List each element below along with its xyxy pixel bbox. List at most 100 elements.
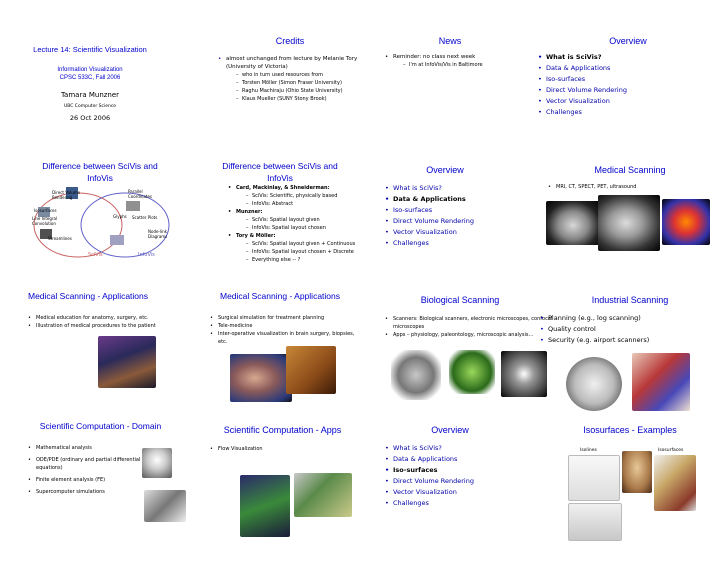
slide-title: Overview bbox=[431, 425, 469, 435]
overview-item: What is SciVis? bbox=[385, 443, 565, 454]
label-dvr: Direct Volume Rendering bbox=[52, 190, 81, 200]
overview-item: Iso-surfaces bbox=[385, 205, 565, 216]
bio-list: Scanners: Biological scanners, electroni… bbox=[385, 315, 565, 339]
industrial-item: Quality control bbox=[540, 324, 720, 335]
medical-apps-list: Medical education for anatomy, surgery, … bbox=[28, 314, 198, 330]
slide-title: Medical Scanning - Applications bbox=[219, 291, 340, 301]
organism-image bbox=[449, 350, 495, 394]
overview-item: Direct Volume Rendering bbox=[385, 476, 565, 487]
overview-item: Vector Visualization bbox=[385, 227, 565, 238]
overview-list: What is SciVis? Data & Applications Iso-… bbox=[538, 52, 718, 118]
medical-app-item: Illustration of medical procedures to th… bbox=[28, 322, 198, 330]
bio-item: Apps – physiology, paleontology, microsc… bbox=[385, 331, 565, 339]
pet-image bbox=[662, 199, 710, 245]
slide-title: Biological Scanning bbox=[420, 295, 500, 305]
def-sub: Everything else -- ? bbox=[246, 256, 380, 264]
lecture-title: Lecture 14: Scientific Visualization bbox=[33, 45, 147, 54]
flow-vis-image-1 bbox=[240, 475, 290, 537]
slide-scivis-infovis-defs: Difference between SciVis and InfoVis Ca… bbox=[220, 160, 380, 280]
ct-scan-image bbox=[546, 201, 600, 245]
definitions-list: Card, Mackinlay, & Shneiderman: SciVis: … bbox=[228, 184, 380, 264]
slide-title: Difference between SciVis and InfoVis bbox=[42, 161, 158, 183]
news-item: Reminder: no class next week I'm at Info… bbox=[385, 53, 534, 69]
slide-news: News Reminder: no class next week I'm at… bbox=[360, 36, 540, 175]
volume-render-image bbox=[286, 346, 336, 394]
label-scatter: Scatter Plots bbox=[132, 215, 158, 220]
overview-item: Data & Applications bbox=[385, 454, 565, 465]
slide-title: Difference between SciVis and InfoVis bbox=[222, 161, 338, 183]
luggage-scan-image bbox=[632, 353, 690, 411]
overview-item: Vector Visualization bbox=[385, 487, 565, 498]
label-glyphs: Glyphs bbox=[113, 214, 127, 219]
def-card: Card, Mackinlay, & Shneiderman: SciVis: … bbox=[228, 184, 380, 208]
industrial-item: Planning (e.g., log scanning) bbox=[540, 313, 720, 324]
credits-sub: Torsten Möller (Simon Fraser University) bbox=[236, 79, 374, 87]
slide-title: Scientific Computation - Apps bbox=[223, 425, 342, 435]
slide-overview-1: Overview What is SciVis? Data & Applicat… bbox=[538, 36, 718, 175]
slide-title: News bbox=[438, 36, 462, 46]
news-list: Reminder: no class next week I'm at Info… bbox=[385, 53, 534, 69]
slide-title: Medical Scanning bbox=[594, 165, 666, 175]
def-sub: InfoVis: Spatial layout chosen + Discret… bbox=[246, 248, 380, 256]
scicomp-item: Finite element analysis (FE) bbox=[28, 476, 143, 484]
slide-scivis-infovis-diagram: Difference between SciVis and InfoVis Di… bbox=[30, 160, 200, 270]
industrial-item: Security (e.g. airport scanners) bbox=[540, 335, 720, 346]
frog-scan-image bbox=[391, 350, 441, 400]
scicomp-apps-list: Flow Visualization bbox=[210, 445, 380, 453]
head-isosurface-image bbox=[622, 451, 652, 493]
scicomp-item: Mathematical analysis bbox=[28, 444, 143, 452]
slide-title: Overview bbox=[426, 165, 464, 175]
overview-list: What is SciVis? Data & Applications Iso-… bbox=[385, 183, 565, 249]
course-code: CPSC 533C, Fall 2006 bbox=[59, 75, 121, 81]
credits-item: almost unchanged from lecture by Melanie… bbox=[218, 55, 374, 103]
overview-item: Data & Applications bbox=[385, 194, 565, 205]
overview-item: Challenges bbox=[385, 238, 565, 249]
overview-item: Iso-surfaces bbox=[385, 465, 565, 476]
slide-medical-apps-2: Medical Scanning - Applications Surgical… bbox=[210, 290, 380, 420]
def-munzner: Munzner: SciVis: Spatial layout givenInf… bbox=[228, 208, 380, 232]
label-streamlines: Streamlines bbox=[48, 236, 72, 241]
medical-app-item: Medical education for anatomy, surgery, … bbox=[28, 314, 198, 322]
slide-title: Isosurfaces - Examples bbox=[583, 425, 677, 435]
lecture-date: 26 Oct 2006 bbox=[69, 114, 111, 122]
scicomp-list: Mathematical analysis ODE/PDE (ordinary … bbox=[28, 444, 143, 496]
credits-sub: Klaus Mueller (SUNY Stony Brook) bbox=[236, 95, 374, 103]
modalities-list: MRI, CT, SPECT, PET, ultrasound bbox=[548, 183, 720, 191]
slide-credits: Credits almost unchanged from lecture by… bbox=[200, 36, 380, 175]
course-name: Information Visualization bbox=[57, 67, 123, 73]
slide-title: Lecture 14: Scientific Visualization Inf… bbox=[0, 40, 180, 179]
credits-list: almost unchanged from lecture by Melanie… bbox=[218, 55, 374, 103]
isolines-image bbox=[568, 455, 620, 501]
scicomp-item: Supercomputer simulations bbox=[28, 488, 143, 496]
slide-title: Overview bbox=[609, 36, 647, 46]
medical-app-item: Surgical simulation for treatment planni… bbox=[210, 314, 360, 322]
brain-surgery-image bbox=[230, 354, 292, 402]
mesh-image bbox=[144, 490, 186, 522]
def-sub: InfoVis: Spatial layout chosen bbox=[246, 224, 380, 232]
scicomp-app-item: Flow Visualization bbox=[210, 445, 380, 453]
label-isolines: Isolines bbox=[580, 448, 597, 453]
def-sub: SciVis: Spatial layout given bbox=[246, 216, 380, 224]
scicomp-item: ODE/PDE (ordinary and partial differenti… bbox=[28, 456, 143, 472]
slide-medical-scanning: Medical Scanning MRI, CT, SPECT, PET, ul… bbox=[540, 165, 720, 304]
slide-overview-2: Overview What is SciVis? Data & Applicat… bbox=[385, 165, 565, 304]
overview-item: Challenges bbox=[538, 107, 718, 118]
industrial-list: Planning (e.g., log scanning) Quality co… bbox=[540, 313, 720, 346]
label-nodelink: Node-link Diagrams bbox=[148, 229, 168, 239]
isosurface-render-image bbox=[654, 455, 696, 511]
label-isosurfaces: Isosurfaces bbox=[658, 448, 684, 453]
def-sub: SciVis: Scientific, physically based bbox=[246, 192, 380, 200]
overview-item: What is SciVis? bbox=[538, 52, 718, 63]
label-isosurfaces: Isosurfaces bbox=[34, 208, 57, 213]
medical-apps-list: Surgical simulation for treatment planni… bbox=[210, 314, 360, 346]
anatomy-image bbox=[98, 336, 156, 388]
def-tory: Tory & Möller: SciVis: Spatial layout gi… bbox=[228, 232, 380, 264]
modalities-item: MRI, CT, SPECT, PET, ultrasound bbox=[548, 183, 720, 191]
overview-item: What is SciVis? bbox=[385, 183, 565, 194]
credits-sub: Raghu Machiraju (Ohio State University) bbox=[236, 87, 374, 95]
slide-title: Credits bbox=[275, 36, 305, 46]
bio-item: Scanners: Biological scanners, electroni… bbox=[385, 315, 565, 331]
news-sub: I'm at InfoVis/Vis in Baltimore bbox=[403, 61, 534, 69]
author-name: Tamara Munzner bbox=[60, 91, 120, 99]
credits-sub: who in turn used resources from bbox=[236, 71, 374, 79]
